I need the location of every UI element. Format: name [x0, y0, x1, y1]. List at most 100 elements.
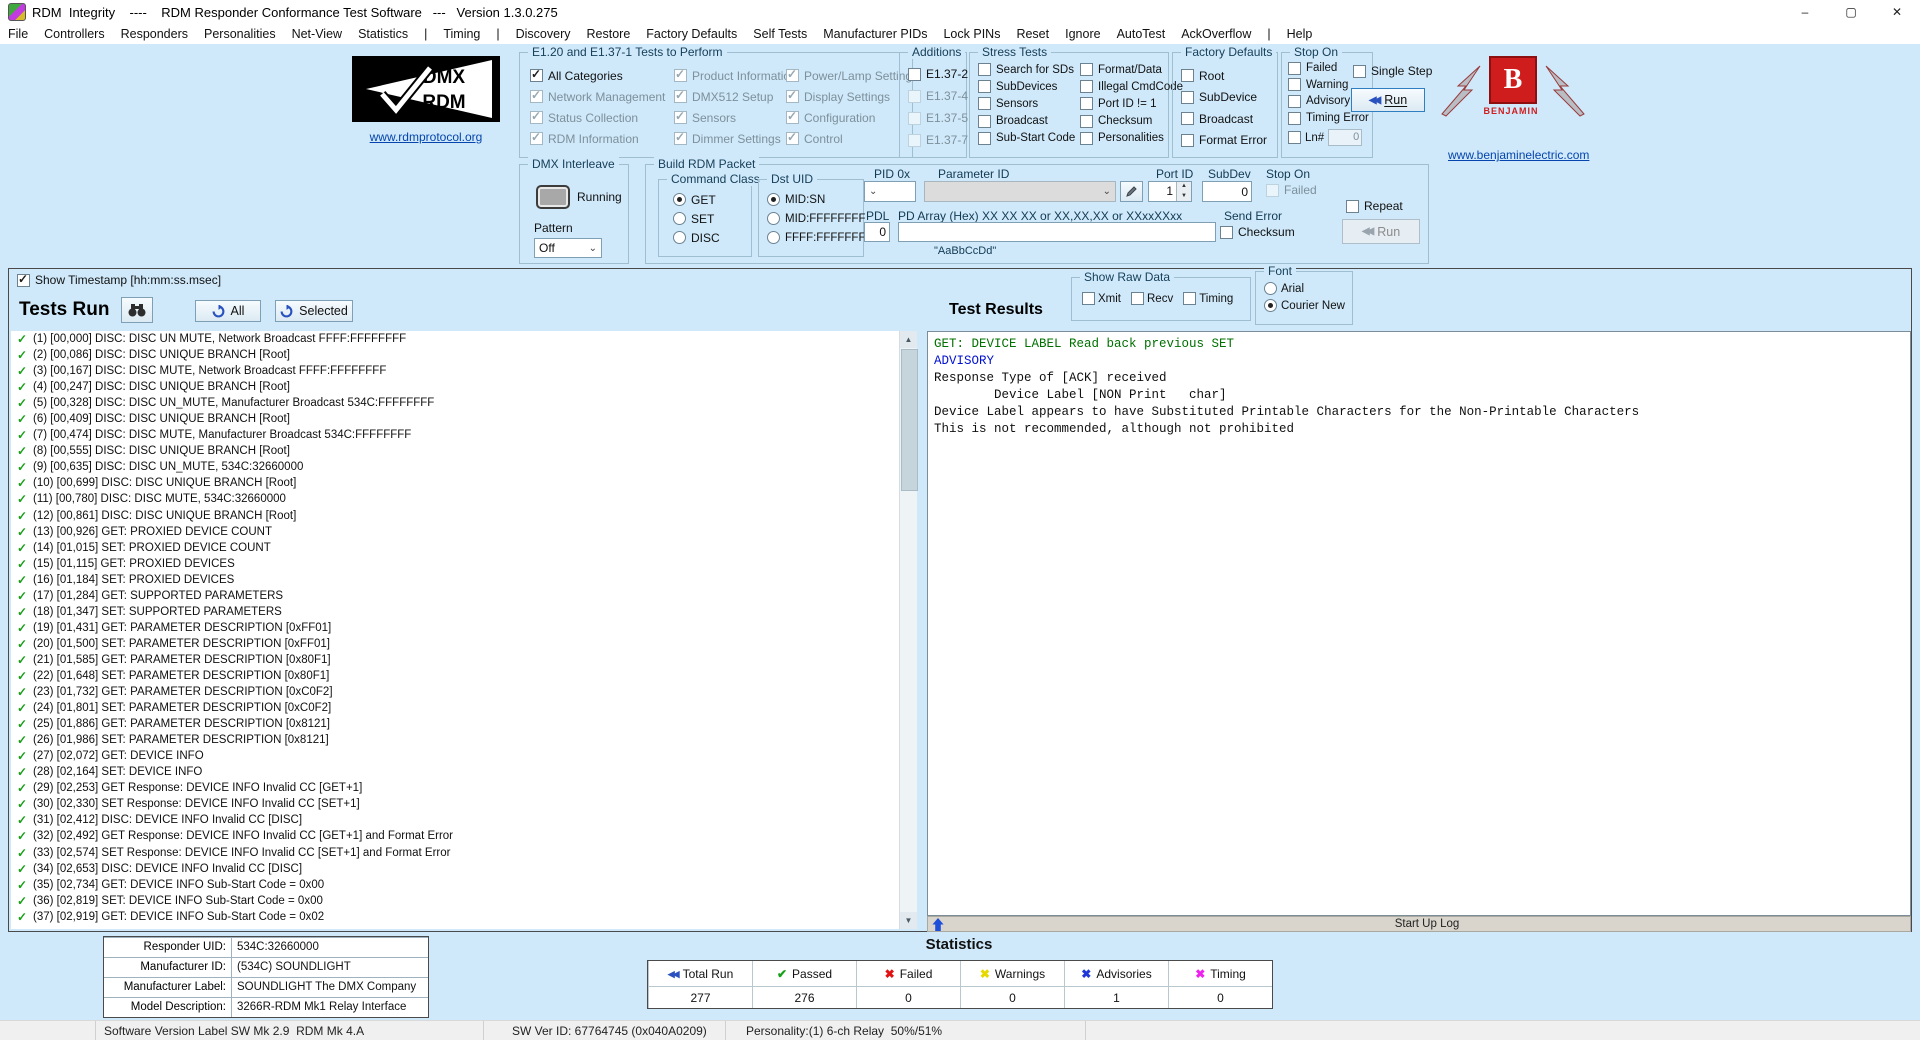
menu-item[interactable]: Manufacturer PIDs: [815, 27, 935, 41]
menu-item[interactable]: Factory Defaults: [638, 27, 745, 41]
rdmprotocol-link[interactable]: www.rdmprotocol.org: [370, 130, 483, 144]
stress-checkbox-row[interactable]: Sensors: [978, 97, 1080, 110]
addition-checkbox-row[interactable]: E1.37-7: [908, 133, 968, 147]
category-checkbox-row[interactable]: Network Management: [530, 90, 674, 104]
checksum-row[interactable]: Checksum: [1220, 225, 1295, 239]
test-list-item[interactable]: ✓ (36) [02,819] SET: DEVICE INFO Sub-Sta…: [11, 893, 899, 909]
category-checkbox-row[interactable]: Sensors: [674, 111, 786, 125]
single-step-checkbox[interactable]: [1353, 65, 1366, 78]
checkbox[interactable]: [530, 90, 543, 103]
up-arrow-icon[interactable]: [932, 918, 944, 931]
test-list-item[interactable]: ✓ (11) [00,780] DISC: DISC MUTE, 534C:32…: [11, 491, 899, 507]
test-list-item[interactable]: ✓ (31) [02,412] DISC: DEVICE INFO Invali…: [11, 812, 899, 828]
checkbox[interactable]: [978, 132, 991, 145]
test-list-item[interactable]: ✓ (7) [00,474] DISC: DISC MUTE, Manufact…: [11, 427, 899, 443]
checkbox[interactable]: [530, 132, 543, 145]
tests-scrollbar[interactable]: ▲ ▼: [899, 331, 917, 929]
checkbox[interactable]: [1288, 62, 1301, 75]
test-list-item[interactable]: ✓ (9) [00,635] DISC: DISC UN_MUTE, 534C:…: [11, 459, 899, 475]
font-radio-row[interactable]: Arial: [1264, 282, 1352, 295]
test-list-item[interactable]: ✓ (17) [01,284] GET: SUPPORTED PARAMETER…: [11, 588, 899, 604]
stress-checkbox-row[interactable]: Format/Data: [1080, 63, 1183, 76]
checkbox[interactable]: [786, 90, 799, 103]
menu-item[interactable]: Discovery: [508, 27, 579, 41]
test-list-item[interactable]: ✓ (13) [00,926] GET: PROXIED DEVICE COUN…: [11, 524, 899, 540]
checkbox[interactable]: [1183, 292, 1196, 305]
single-step-row[interactable]: Single Step: [1353, 64, 1432, 78]
checkbox[interactable]: [1288, 112, 1301, 125]
benjaminelectric-link[interactable]: www.benjaminelectric.com: [1448, 148, 1589, 162]
test-list-item[interactable]: ✓ (35) [02,734] GET: DEVICE INFO Sub-Sta…: [11, 877, 899, 893]
radio[interactable]: [767, 231, 780, 244]
checkbox[interactable]: [1181, 112, 1194, 125]
tests-run-list[interactable]: ✓ (1) [00,000] DISC: DISC UN MUTE, Netwo…: [11, 331, 899, 929]
checkbox[interactable]: [1131, 292, 1144, 305]
menu-item[interactable]: |: [1259, 27, 1278, 41]
menu-item[interactable]: Controllers: [36, 27, 112, 41]
scroll-down-icon[interactable]: ▼: [900, 912, 917, 929]
test-list-item[interactable]: ✓ (2) [00,086] DISC: DISC UNIQUE BRANCH …: [11, 347, 899, 363]
test-list-item[interactable]: ✓ (32) [02,492] GET Response: DEVICE INF…: [11, 828, 899, 844]
radio[interactable]: [673, 231, 686, 244]
checkbox[interactable]: [978, 63, 991, 76]
stop-on-checkbox-row[interactable]: Timing Error: [1288, 112, 1372, 125]
test-list-item[interactable]: ✓ (20) [01,500] SET: PARAMETER DESCRIPTI…: [11, 636, 899, 652]
maximize-button[interactable]: ▢: [1828, 0, 1874, 24]
menu-item[interactable]: Timing: [435, 27, 488, 41]
test-list-item[interactable]: ✓ (30) [02,330] SET Response: DEVICE INF…: [11, 796, 899, 812]
scrollbar-thumb[interactable]: [901, 349, 918, 491]
font-radio-row[interactable]: Courier New: [1264, 299, 1352, 312]
run-all-button[interactable]: All: [195, 300, 261, 322]
stress-checkbox-row[interactable]: Checksum: [1080, 115, 1183, 128]
menu-item[interactable]: Personalities: [196, 27, 284, 41]
checkbox[interactable]: [530, 69, 543, 82]
minimize-button[interactable]: –: [1782, 0, 1828, 24]
checkbox[interactable]: [908, 112, 921, 125]
category-checkbox-row[interactable]: All Categories: [530, 69, 674, 83]
checkbox[interactable]: [978, 115, 991, 128]
command-class-radio-row[interactable]: SET: [673, 212, 751, 226]
test-list-item[interactable]: ✓ (33) [02,574] SET Response: DEVICE INF…: [11, 845, 899, 861]
checkbox[interactable]: [674, 132, 687, 145]
stress-checkbox-row[interactable]: Broadcast: [978, 115, 1080, 128]
ln-field[interactable]: 0: [1328, 129, 1362, 146]
checkbox[interactable]: [1080, 80, 1093, 93]
checkbox[interactable]: [674, 111, 687, 124]
dst-uid-radio-row[interactable]: FFFF:FFFFFFFF: [767, 231, 873, 244]
menu-item[interactable]: |: [488, 27, 507, 41]
stress-checkbox-row[interactable]: Port ID != 1: [1080, 97, 1183, 110]
subdev-field[interactable]: 0: [1202, 181, 1252, 202]
test-list-item[interactable]: ✓ (29) [02,253] GET Response: DEVICE INF…: [11, 780, 899, 796]
stress-checkbox-row[interactable]: SubDevices: [978, 80, 1080, 93]
stress-checkbox-row[interactable]: Search for SDs: [978, 63, 1080, 76]
test-list-item[interactable]: ✓ (24) [01,801] SET: PARAMETER DESCRIPTI…: [11, 700, 899, 716]
test-list-item[interactable]: ✓ (14) [01,015] SET: PROXIED DEVICE COUN…: [11, 540, 899, 556]
addition-checkbox-row[interactable]: E1.37-5: [908, 111, 968, 125]
test-list-item[interactable]: ✓ (18) [01,347] SET: SUPPORTED PARAMETER…: [11, 604, 899, 620]
radio[interactable]: [767, 193, 780, 206]
test-list-item[interactable]: ✓ (21) [01,585] GET: PARAMETER DESCRIPTI…: [11, 652, 899, 668]
checksum-checkbox[interactable]: [1220, 226, 1233, 239]
step-down-icon[interactable]: ▼: [1177, 192, 1191, 202]
close-button[interactable]: ✕: [1874, 0, 1920, 24]
test-list-item[interactable]: ✓ (28) [02,164] SET: DEVICE INFO: [11, 764, 899, 780]
test-list-item[interactable]: ✓ (25) [01,886] GET: PARAMETER DESCRIPTI…: [11, 716, 899, 732]
factory-checkbox-row[interactable]: SubDevice: [1181, 90, 1277, 104]
interleave-running-led[interactable]: [536, 185, 570, 209]
category-checkbox-row[interactable]: Dimmer Settings: [674, 132, 786, 146]
dst-uid-radio-row[interactable]: MID:FFFFFFFF: [767, 212, 873, 225]
show-timestamp-checkbox[interactable]: [17, 274, 30, 287]
category-checkbox-row[interactable]: Product Information: [674, 69, 786, 83]
checkbox[interactable]: [978, 97, 991, 110]
edit-pid-button[interactable]: [1120, 181, 1143, 202]
checkbox[interactable]: [530, 111, 543, 124]
repeat-checkbox[interactable]: [1346, 200, 1359, 213]
menu-item[interactable]: Lock PINs: [935, 27, 1008, 41]
addition-checkbox-row[interactable]: E1.37-4: [908, 89, 968, 103]
checkbox[interactable]: [1181, 91, 1194, 104]
test-list-item[interactable]: ✓ (3) [00,167] DISC: DISC MUTE, Network …: [11, 363, 899, 379]
test-list-item[interactable]: ✓ (22) [01,648] SET: PARAMETER DESCRIPTI…: [11, 668, 899, 684]
checkbox[interactable]: [1080, 132, 1093, 145]
checkbox[interactable]: [674, 90, 687, 103]
raw-checkbox-row[interactable]: Timing: [1183, 292, 1233, 305]
